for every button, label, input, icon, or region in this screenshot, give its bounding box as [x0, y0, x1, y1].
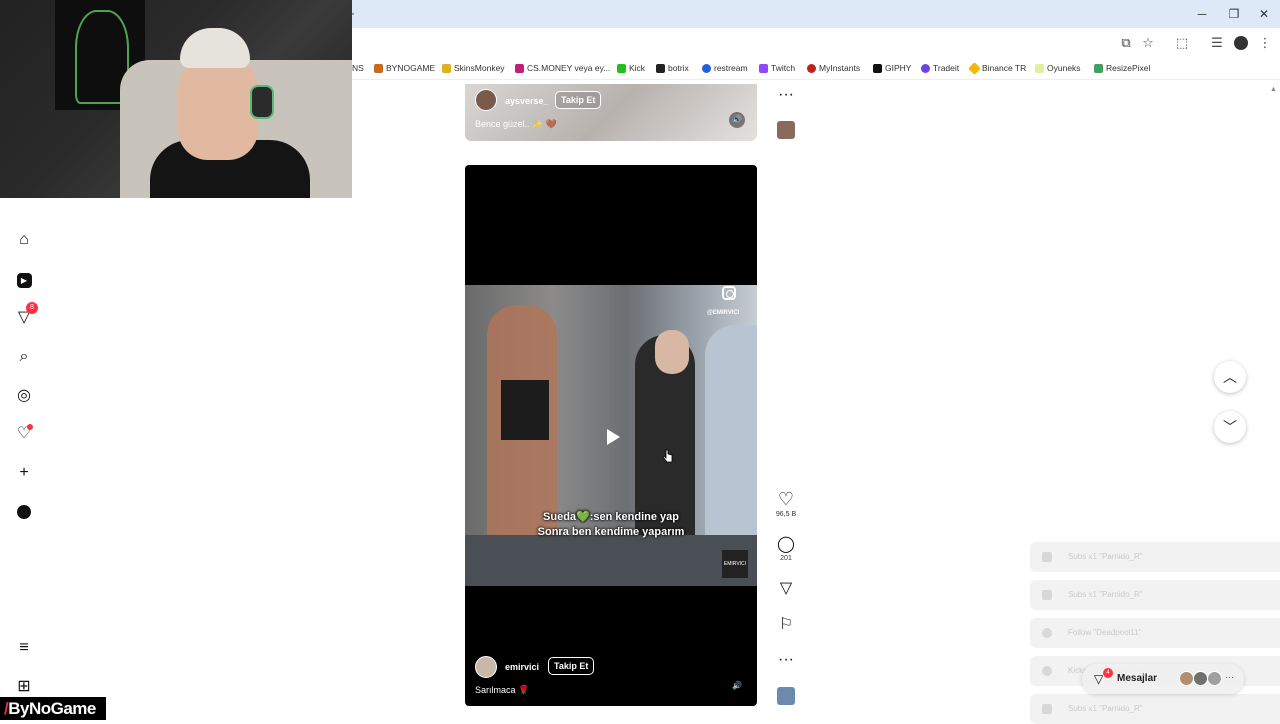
- screen-cast-icon[interactable]: ⧉: [1117, 35, 1135, 51]
- post1-avatar[interactable]: [475, 89, 497, 111]
- hand-cursor-icon: [663, 449, 673, 463]
- bookmark-7[interactable]: Twitch: [759, 63, 795, 73]
- direct-icon: ▽: [1094, 672, 1104, 686]
- direct-badge: 8: [26, 302, 38, 314]
- minimize-button[interactable]: ─: [1192, 5, 1212, 23]
- star-icon[interactable]: ☆: [1139, 35, 1157, 51]
- skinsmonkey-icon: [442, 63, 451, 73]
- webcam-overlay: [0, 0, 352, 198]
- profile-avatar[interactable]: [1234, 36, 1248, 50]
- bookmark-6[interactable]: restream: [702, 63, 748, 73]
- subtitle-line-2: Sonra ben kendime yaparım: [537, 526, 685, 538]
- stream-alert: Subs x1 "Parnido_R": [1030, 542, 1280, 572]
- menu-icon[interactable]: ≡: [14, 638, 34, 658]
- heart-icon: [1042, 628, 1052, 638]
- csmoney-icon: [515, 63, 524, 73]
- reels-icon[interactable]: ▶: [14, 269, 34, 289]
- bookmark-1[interactable]: BYNOGAME: [374, 63, 435, 73]
- save-icon[interactable]: ⚐: [776, 614, 796, 634]
- bookmark-4[interactable]: Kick: [617, 63, 645, 73]
- post1-username[interactable]: aysverse_: [505, 96, 549, 106]
- scroll-down-button[interactable]: ﹀: [1214, 411, 1246, 443]
- bynogame-logo: /ByNoGame: [0, 697, 106, 720]
- avatar: [1193, 671, 1208, 686]
- avatar: [1207, 671, 1222, 686]
- kick-icon: [1042, 666, 1052, 676]
- notification-dot: [27, 424, 33, 430]
- media-icon[interactable]: ☰: [1208, 35, 1226, 51]
- search-icon[interactable]: ⌕: [14, 347, 34, 367]
- post2-more-icon[interactable]: ···: [776, 651, 796, 669]
- post1-more-icon[interactable]: ···: [776, 86, 796, 104]
- more-icon[interactable]: ⋮: [1256, 35, 1274, 51]
- avatar: [1179, 671, 1194, 686]
- myinstants-icon: [807, 63, 816, 73]
- messages-button[interactable]: ▽ 4 Mesajlar ···: [1082, 664, 1244, 694]
- scrollbar-up-arrow[interactable]: ▲: [1270, 86, 1277, 93]
- bookmark-10[interactable]: Tradeit: [921, 63, 959, 73]
- stream-alert: Follow "Deadpool11": [1030, 618, 1280, 648]
- bookmark-3[interactable]: CS.MONEY veya ey...: [515, 63, 610, 73]
- post2-caption: Sarılmaca 🌹: [475, 685, 530, 695]
- instagram-icon: [722, 286, 736, 300]
- create-icon[interactable]: +: [14, 463, 34, 483]
- post2-audio-thumb[interactable]: [777, 687, 795, 705]
- comment-icon[interactable]: ◯: [776, 534, 796, 554]
- bookmark-2[interactable]: SkinsMonkey: [442, 63, 505, 73]
- post2-sound-icon[interactable]: 🔊: [729, 678, 745, 694]
- comments-count: 201: [780, 555, 792, 562]
- bookmark-8[interactable]: MyInstants: [807, 63, 860, 73]
- binance-icon: [968, 61, 981, 75]
- bookmark-9[interactable]: GIPHY: [873, 63, 911, 73]
- direct-icon[interactable]: ▽ 8: [14, 302, 38, 328]
- gift-icon: [1042, 552, 1052, 562]
- messages-badge: 4: [1103, 668, 1113, 678]
- post2-follow-button[interactable]: Takip Et: [548, 657, 595, 675]
- reel-post-1[interactable]: aysverse_ Takip Et Bence güzel.. ✨ 🤎 🔊: [465, 84, 757, 141]
- post1-follow-button[interactable]: Takip Et: [555, 91, 602, 109]
- kick-icon: [617, 63, 626, 73]
- gift-icon: [1042, 704, 1052, 714]
- stream-alert: Subs x1 "Parnido_R": [1030, 580, 1280, 610]
- restream-icon: [702, 63, 711, 73]
- headset: [250, 85, 274, 119]
- bookmark-5[interactable]: botrix: [656, 63, 689, 73]
- close-window-button[interactable]: ✕: [1254, 5, 1274, 23]
- twitch-icon: [759, 63, 768, 73]
- video-watermark: @EMIRVICI: [707, 310, 740, 316]
- like-icon[interactable]: ♡: [776, 489, 796, 510]
- subtitle-line-1: Sueda💚:sen kendine yap: [543, 511, 679, 523]
- messages-label: Mesajlar: [1117, 673, 1158, 684]
- bookmark-13[interactable]: ResizePixel: [1094, 63, 1150, 73]
- more-icon: ···: [1225, 672, 1234, 682]
- likes-count: 96,5 B: [775, 511, 797, 518]
- oyuneks-icon: [1035, 63, 1044, 73]
- reel-post-2[interactable]: @EMIRVICI Sueda💚:sen kendine yap Sonra b…: [465, 165, 757, 706]
- gift-icon: [1042, 590, 1052, 600]
- notifications-icon[interactable]: ♡: [14, 424, 34, 444]
- bookmark-0[interactable]: NS: [352, 63, 364, 73]
- post1-caption: Bence güzel.. ✨ 🤎: [475, 119, 557, 129]
- tradeit-icon: [921, 63, 930, 73]
- post2-avatar[interactable]: [475, 656, 497, 678]
- bookmark-11[interactable]: Binance TR: [968, 61, 1026, 75]
- scroll-up-button[interactable]: ︿: [1214, 361, 1246, 393]
- post1-sound-icon[interactable]: 🔊: [729, 112, 745, 128]
- giphy-icon: [873, 63, 882, 73]
- post2-username[interactable]: emirvici: [505, 662, 539, 672]
- maximize-button[interactable]: ❐: [1224, 5, 1244, 23]
- video-corner-logo: EMIRVICI: [722, 550, 748, 578]
- profile-nav-avatar[interactable]: [17, 505, 31, 519]
- explore-icon[interactable]: ◎: [14, 386, 34, 406]
- bynogame-icon: [374, 63, 383, 73]
- bookmark-12[interactable]: Oyuneks: [1035, 63, 1081, 73]
- home-icon[interactable]: ⌂: [14, 230, 34, 250]
- extensions-icon[interactable]: ⬚: [1173, 35, 1191, 51]
- resizepixel-icon: [1094, 63, 1103, 73]
- post1-audio-thumb[interactable]: [777, 121, 795, 139]
- threads-icon[interactable]: ⊞: [14, 677, 34, 697]
- botrix-icon: [656, 63, 665, 73]
- share-icon[interactable]: ▽: [776, 578, 796, 598]
- play-icon[interactable]: [602, 427, 622, 447]
